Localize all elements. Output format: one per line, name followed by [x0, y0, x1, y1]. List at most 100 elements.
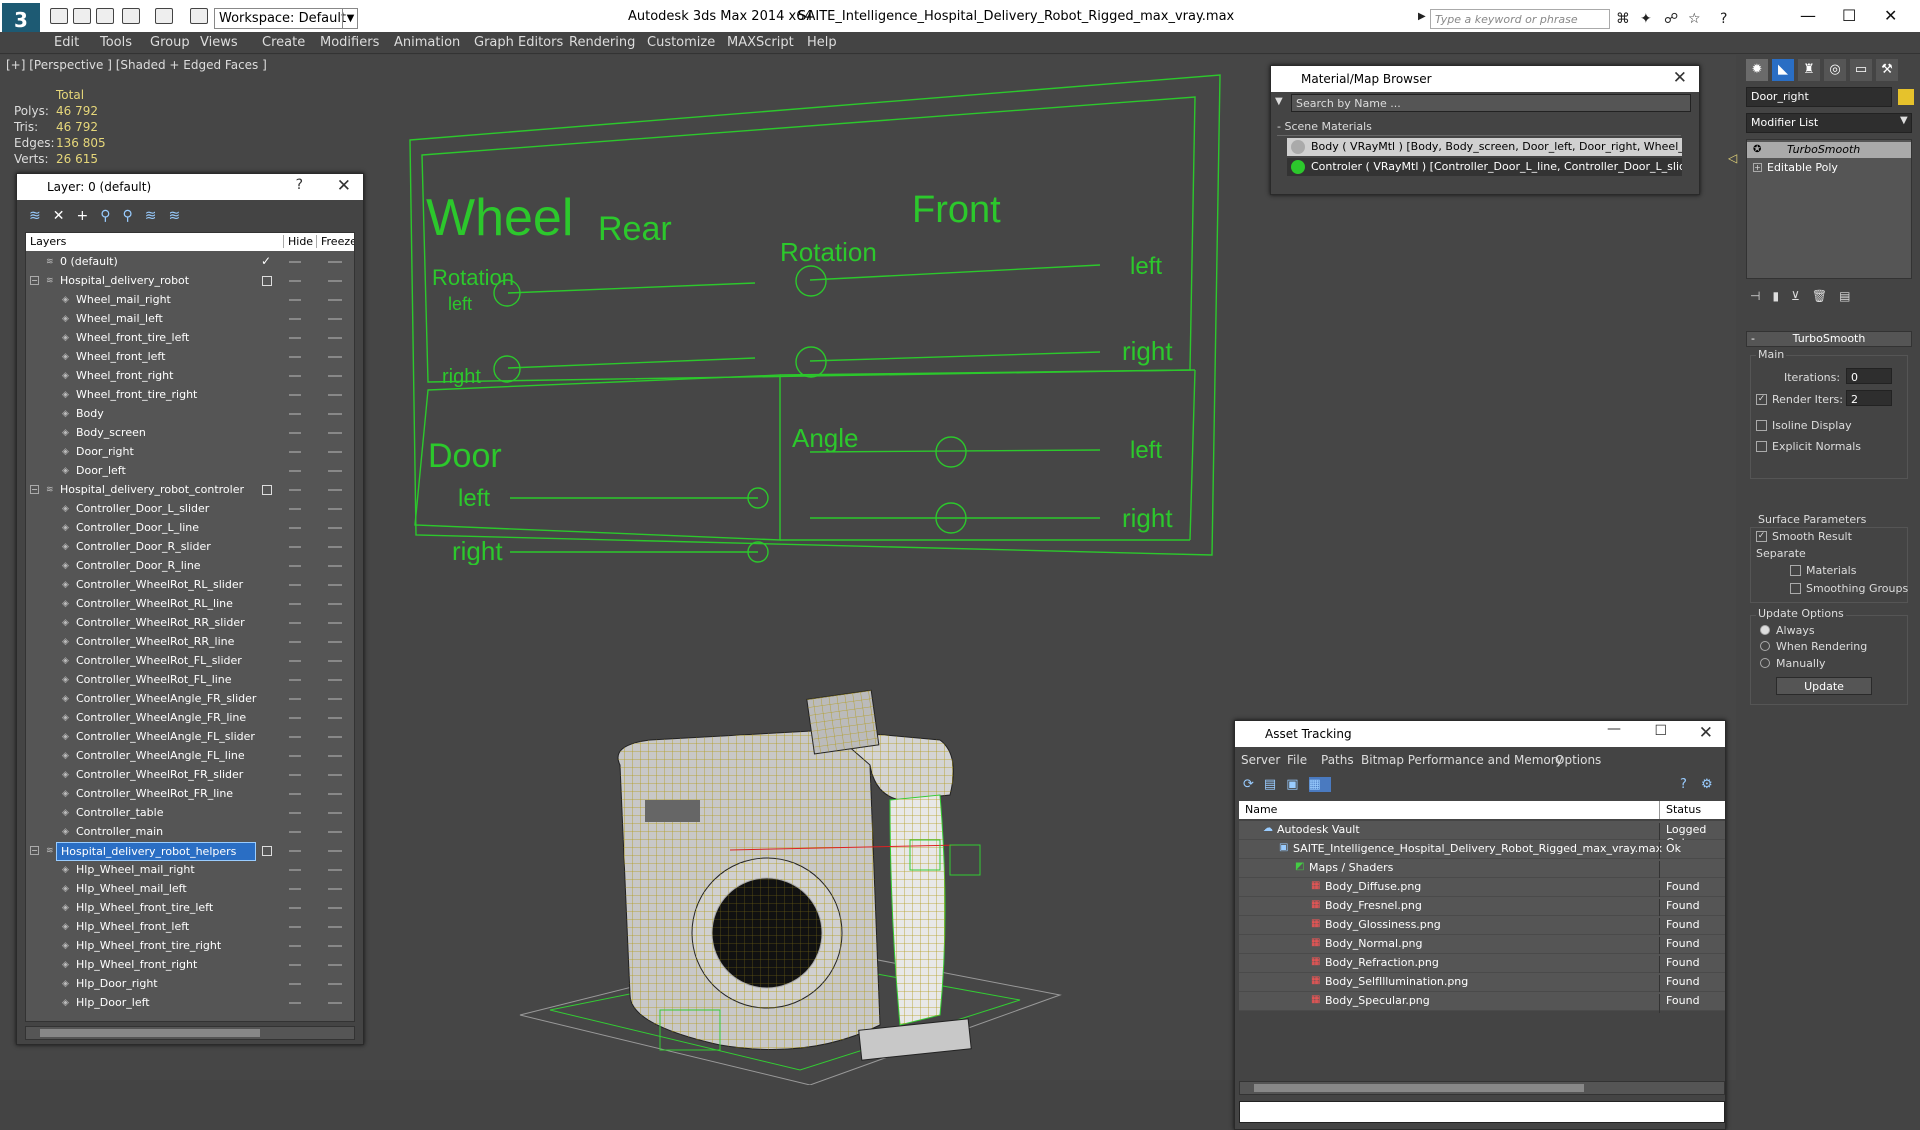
layer-object-row[interactable]: ◈ Controller_WheelRot_RR_line [26, 633, 354, 652]
freeze-toggle[interactable] [328, 869, 342, 871]
layer-object-row[interactable]: ◈ Wheel_front_tire_left [26, 329, 354, 348]
show-end-result-icon[interactable]: ▮ [1772, 289, 1791, 303]
add-to-layer-icon[interactable]: + [76, 208, 100, 224]
menu-bitmap-performance[interactable]: Bitmap Performance and Memory [1361, 753, 1563, 767]
freeze-toggle[interactable] [328, 717, 342, 719]
layer-row[interactable]: − ≋ Hospital_delivery_robot_controler [26, 481, 354, 500]
col-layers[interactable]: Layers [30, 235, 66, 248]
explicit-normals-checkbox[interactable] [1756, 441, 1767, 452]
hide-toggle[interactable] [289, 907, 301, 909]
material-item-body[interactable]: Body ( VRayMtl ) [Body, Body_screen, Doo… [1287, 138, 1682, 156]
asset-hscroll[interactable] [1239, 1081, 1725, 1095]
hide-toggle[interactable] [289, 546, 301, 548]
layer-object-row[interactable]: ◈ Wheel_front_right [26, 367, 354, 386]
freeze-toggle[interactable] [328, 679, 342, 681]
freeze-toggle[interactable] [328, 318, 342, 320]
col-status[interactable]: Status [1659, 801, 1701, 819]
layer-object-row[interactable]: ◈ Controller_Door_R_slider [26, 538, 354, 557]
freeze-toggle[interactable] [328, 337, 342, 339]
materials-checkbox[interactable] [1790, 565, 1801, 576]
hide-toggle[interactable] [289, 565, 301, 567]
expand-search-icon[interactable]: ▶ [1418, 11, 1426, 22]
delete-layer-icon[interactable]: ✕ [53, 208, 77, 224]
hide-toggle[interactable] [289, 793, 301, 795]
make-unique-icon[interactable]: ⊻ [1791, 289, 1812, 303]
stack-item-turbosmooth[interactable]: TurboSmooth [1747, 142, 1911, 158]
layer-object-row[interactable]: ◈ Controller_table [26, 804, 354, 823]
freeze-toggle[interactable] [328, 660, 342, 662]
layer-object-row[interactable]: ◈ Body_screen [26, 424, 354, 443]
hide-toggle[interactable] [289, 660, 301, 662]
layer-object-row[interactable]: ◈ Controller_Door_L_line [26, 519, 354, 538]
asset-row[interactable]: ▣ SAITE_Intelligence_Hospital_Delivery_Ro… [1239, 840, 1725, 861]
freeze-toggle[interactable] [328, 641, 342, 643]
layer-object-row[interactable]: ◈ Wheel_mail_right [26, 291, 354, 310]
freeze-toggle[interactable] [328, 736, 342, 738]
utilities-tab-icon[interactable]: ⚒ [1876, 59, 1898, 81]
hide-toggle[interactable] [289, 622, 301, 624]
freeze-toggle[interactable] [328, 603, 342, 605]
asset-row[interactable]: ◩ Maps / Shaders [1239, 859, 1725, 880]
col-name[interactable]: Name [1245, 803, 1277, 816]
freeze-toggle[interactable] [328, 812, 342, 814]
modifier-list-dropdown[interactable]: Modifier List [1746, 113, 1912, 133]
hide-toggle[interactable] [289, 869, 301, 871]
layer-object-row[interactable]: ◈ Hlp_Wheel_front_right [26, 956, 354, 975]
freeze-toggle[interactable] [328, 584, 342, 586]
layer-object-row[interactable]: ◈ Hlp_Door_left [26, 994, 354, 1013]
viewport-label[interactable]: [+] [Perspective ] [Shaded + Edged Faces… [6, 58, 267, 72]
collapse-icon[interactable]: − [30, 276, 39, 285]
rig-control-board[interactable]: Wheel Rotation left right Rear Front Rot… [400, 65, 1230, 565]
hide-toggle[interactable] [289, 755, 301, 757]
asset-row[interactable]: ▦ Body_Specular.png Found [1239, 992, 1725, 1013]
hide-toggle[interactable] [289, 432, 301, 434]
layer-object-row[interactable]: ◈ Door_left [26, 462, 354, 481]
lightbulb-icon[interactable]: ✪ [1753, 144, 1761, 155]
iterations-spinner[interactable]: 0 [1846, 368, 1892, 384]
render-iters-checkbox[interactable]: ✓ [1756, 394, 1767, 405]
asset-row[interactable]: ▦ Body_Fresnel.png Found [1239, 897, 1725, 918]
layer-object-row[interactable]: ◈ Wheel_front_tire_right [26, 386, 354, 405]
select-objects-icon[interactable]: ⚲ [100, 208, 122, 224]
menu-modifiers[interactable]: Modifiers [320, 35, 379, 50]
layer-object-row[interactable]: ◈ Controller_Door_R_line [26, 557, 354, 576]
new-file-icon[interactable] [50, 8, 68, 24]
material-browser-titlebar[interactable]: Material/Map Browser ✕ [1271, 66, 1699, 92]
update-always-radio[interactable] [1760, 625, 1770, 635]
freeze-toggle[interactable] [328, 356, 342, 358]
layer-object-row[interactable]: ◈ Controller_WheelRot_FL_slider [26, 652, 354, 671]
active-layer-check-icon[interactable]: ✓ [261, 254, 271, 268]
hide-toggle[interactable] [289, 888, 301, 890]
hide-toggle[interactable] [289, 926, 301, 928]
project-folder-icon[interactable] [190, 8, 208, 24]
chevron-down-icon[interactable]: ▼ [1900, 115, 1908, 126]
highlight-layer-icon[interactable]: ≋ [145, 208, 169, 224]
material-item-controler[interactable]: Controler ( VRayMtl ) [Controller_Door_L… [1287, 158, 1682, 176]
freeze-toggle[interactable] [328, 375, 342, 377]
freeze-toggle[interactable] [328, 470, 342, 472]
help-icon[interactable]: ? [296, 177, 303, 193]
hide-toggle[interactable] [289, 850, 301, 852]
thumbnail-view-icon[interactable]: ▣ [1286, 777, 1308, 792]
menu-group[interactable]: Group [150, 35, 190, 50]
freeze-toggle[interactable] [328, 394, 342, 396]
select-layer-icon[interactable]: ⚲ [122, 208, 144, 224]
asset-row[interactable]: ▦ Body_Normal.png Found [1239, 935, 1725, 956]
slider-angle-left-knob[interactable] [935, 436, 967, 468]
freeze-toggle[interactable] [328, 964, 342, 966]
freeze-toggle[interactable] [328, 907, 342, 909]
subscription-icon[interactable]: ✦ [1640, 11, 1652, 27]
update-when-rendering-radio[interactable] [1760, 641, 1770, 651]
layer-object-row[interactable]: ◈ Controller_main [26, 823, 354, 842]
layer-panel-titlebar[interactable]: Layer: 0 (default) ? ✕ [17, 174, 363, 200]
layer-object-row[interactable]: ◈ Controller_WheelAngle_FL_slider [26, 728, 354, 747]
layer-object-row[interactable]: ◈ Hlp_Wheel_front_left [26, 918, 354, 937]
hide-toggle[interactable] [289, 451, 301, 453]
menu-help[interactable]: Help [807, 35, 837, 50]
hide-toggle[interactable] [289, 983, 301, 985]
table-view-icon[interactable]: ▦ [1308, 777, 1331, 792]
menu-maxscript[interactable]: MAXScript [727, 35, 794, 50]
collapse-icon[interactable]: − [30, 485, 39, 494]
object-color-swatch[interactable] [1898, 89, 1914, 105]
collapse-icon[interactable]: − [30, 846, 39, 855]
